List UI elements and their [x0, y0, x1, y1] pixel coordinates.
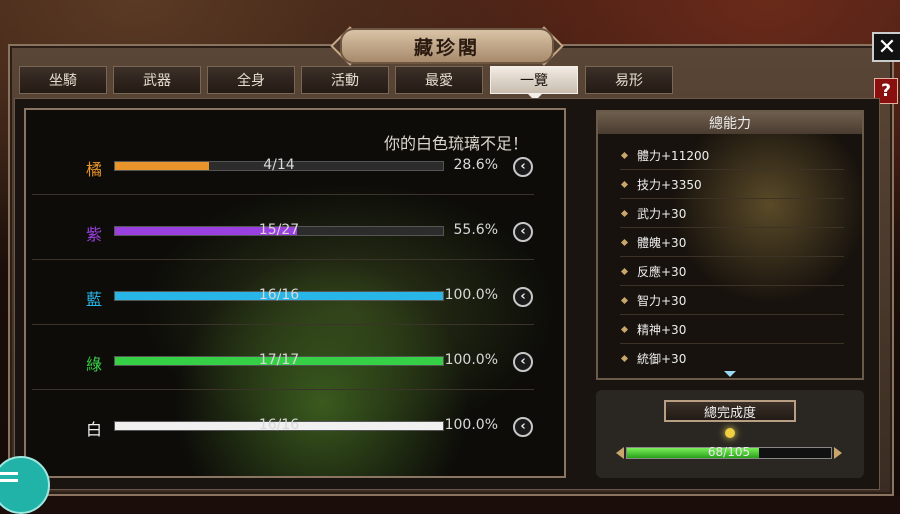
window-title: 藏珍閣 — [340, 28, 554, 64]
tab-favorite[interactable]: 最愛 — [395, 66, 483, 94]
tab-weapon[interactable]: 武器 — [113, 66, 201, 94]
chevron-left-icon: ‹ — [520, 289, 526, 304]
completion-title: 總完成度 — [664, 400, 796, 422]
progress-percent-orange: 28.6% — [453, 157, 498, 173]
completion-progress-text: 68/105 — [707, 445, 751, 459]
stat-item: 精神+30 — [620, 317, 844, 344]
chevron-left-icon: ‹ — [520, 419, 526, 434]
progress-percent-purple: 55.6% — [453, 222, 498, 238]
stat-item: 技力+3350 — [620, 172, 844, 199]
tab-transform[interactable]: 易形 — [585, 66, 673, 94]
stat-text: 體力+11200 — [637, 149, 710, 163]
tab-overview[interactable]: 一覽 — [490, 66, 578, 94]
help-icon: ? — [881, 81, 891, 101]
total-stats-title: 總能力 — [598, 112, 862, 134]
progress-count-blue: 16/16 — [258, 287, 300, 303]
stat-text: 反應+30 — [637, 265, 687, 279]
stat-text: 武力+30 — [637, 207, 687, 221]
diamond-bullet-icon — [620, 151, 629, 160]
stat-item: 體魄+30 — [620, 230, 844, 257]
progress-percent-white: 100.0% — [444, 417, 498, 433]
row-divider — [32, 389, 534, 390]
row-divider — [32, 259, 534, 260]
expand-button-blue[interactable]: ‹ — [513, 287, 533, 307]
stat-item: 體力+11200 — [620, 143, 844, 170]
expand-button-orange[interactable]: ‹ — [513, 157, 533, 177]
stat-text: 智力+30 — [637, 294, 687, 308]
tab-event[interactable]: 活動 — [301, 66, 389, 94]
progress-percent-blue: 100.0% — [444, 287, 498, 303]
menu-button[interactable] — [0, 456, 50, 514]
progress-count-purple: 15/27 — [258, 222, 300, 238]
close-button[interactable]: ✕ — [872, 32, 900, 62]
diamond-bullet-icon — [620, 267, 629, 276]
diamond-bullet-icon — [620, 238, 629, 247]
progress-percent-green: 100.0% — [444, 352, 498, 368]
grade-label-blue: 藍 — [85, 290, 102, 309]
diamond-bullet-icon — [620, 209, 629, 218]
progress-count-green: 17/17 — [258, 352, 300, 368]
stat-text: 統御+30 — [637, 352, 687, 366]
stat-item: 智力+30 — [620, 288, 844, 315]
grade-label-orange: 橘 — [85, 160, 102, 179]
stat-item: 反應+30 — [620, 259, 844, 286]
grade-label-purple: 紫 — [85, 225, 102, 244]
diamond-bullet-icon — [620, 296, 629, 305]
chevron-left-icon: ‹ — [520, 159, 526, 174]
progress-count-orange: 4/14 — [263, 157, 295, 173]
diamond-bullet-icon — [620, 354, 629, 363]
diamond-bullet-icon — [620, 180, 629, 189]
close-icon: ✕ — [877, 34, 897, 60]
tab-fullbody[interactable]: 全身 — [207, 66, 295, 94]
row-divider — [32, 194, 534, 195]
stat-text: 技力+3350 — [637, 178, 702, 192]
stat-item: 統御+30 — [620, 346, 844, 372]
scroll-down-arrow-icon[interactable] — [724, 371, 736, 377]
chevron-left-icon: ‹ — [520, 354, 526, 369]
warning-message: 你的白色琉璃不足！ — [383, 134, 528, 153]
bar-cap-left-icon — [616, 447, 624, 459]
chevron-left-icon: ‹ — [520, 224, 526, 239]
menu-icon — [0, 479, 18, 482]
row-divider — [32, 324, 534, 325]
menu-icon — [0, 472, 18, 475]
grade-label-white: 白 — [85, 420, 102, 439]
stat-text: 精神+30 — [637, 323, 687, 337]
expand-button-purple[interactable]: ‹ — [513, 222, 533, 242]
bar-cap-right-icon — [834, 447, 842, 459]
grade-label-green: 綠 — [85, 355, 102, 374]
stat-text: 體魄+30 — [637, 236, 687, 250]
tab-mount[interactable]: 坐騎 — [19, 66, 107, 94]
progress-count-white: 16/16 — [258, 417, 300, 433]
glowing-gem-icon — [725, 428, 735, 438]
diamond-bullet-icon — [620, 325, 629, 334]
expand-button-white[interactable]: ‹ — [513, 417, 533, 437]
expand-button-green[interactable]: ‹ — [513, 352, 533, 372]
stat-item: 武力+30 — [620, 201, 844, 228]
